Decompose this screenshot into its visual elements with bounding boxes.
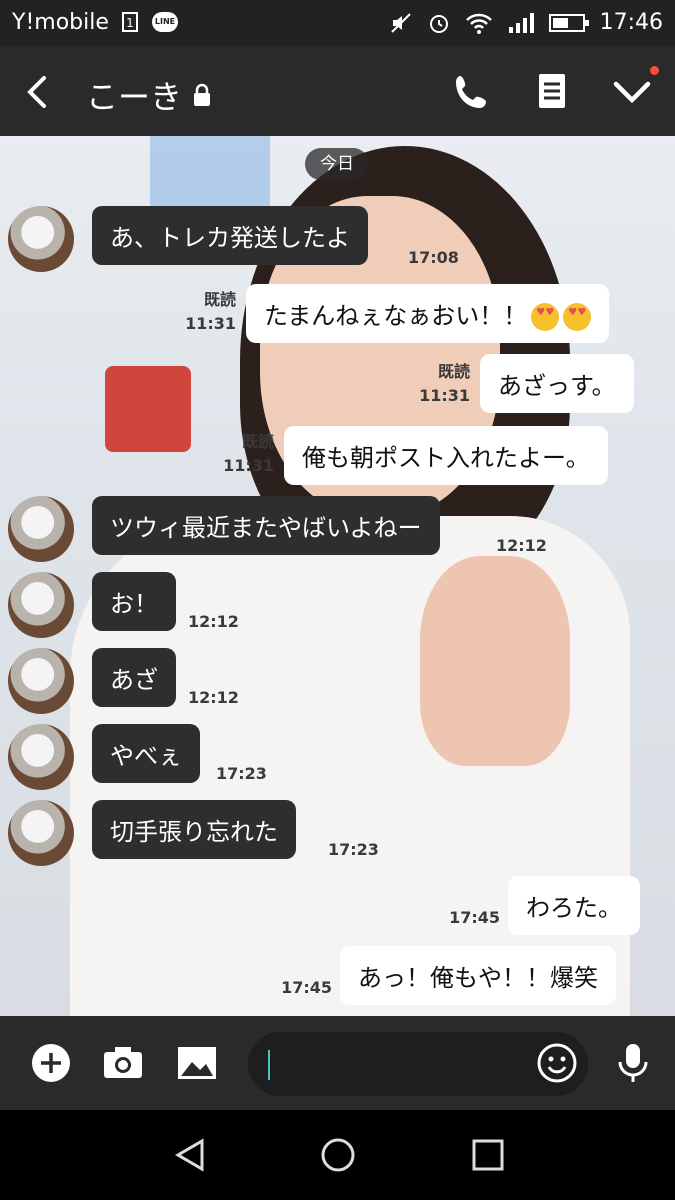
recents-square-icon[interactable] <box>468 1135 508 1175</box>
message-bubble-received[interactable]: あざ <box>92 648 176 707</box>
message-time: 17:45 <box>281 978 332 997</box>
message-text: たまんねぇなぁおい！！ <box>264 302 528 330</box>
message-time: 12:12 <box>496 536 547 555</box>
text-caret <box>268 1050 270 1080</box>
chat-header: こーき <box>0 46 675 136</box>
message-bubble-received[interactable]: 切手張り忘れた <box>92 800 296 859</box>
lock-icon <box>194 83 211 106</box>
sim-icon: 1 <box>122 12 138 32</box>
mute-icon <box>391 13 411 33</box>
clock: 17:46 <box>599 10 663 35</box>
status-bar: Y!mobile 1 LINE 17:46 <box>0 0 675 46</box>
line-notification-icon: LINE <box>152 12 178 32</box>
read-receipt: 既読 <box>241 432 274 451</box>
contact-name: こーき <box>86 78 183 116</box>
message-bubble-received[interactable]: あ、トレカ発送したよ <box>92 206 368 265</box>
message-time: 11:31 <box>419 386 470 405</box>
notes-icon[interactable] <box>530 70 574 114</box>
message-bubble-sent[interactable]: あっ！俺もや！！爆笑 <box>340 946 616 1005</box>
message-bubble-received[interactable]: ツウィ最近またやばいよねー <box>92 496 440 555</box>
battery-icon <box>549 14 589 32</box>
message-bubble-sent[interactable]: 俺も朝ポスト入れたよー。 <box>284 426 608 485</box>
carrier-label: Y!mobile <box>12 10 109 35</box>
background-image <box>420 556 570 766</box>
input-bar <box>0 1016 675 1110</box>
avatar[interactable] <box>8 572 74 638</box>
chevron-down-icon[interactable] <box>610 70 654 114</box>
avatar[interactable] <box>8 724 74 790</box>
message-time: 11:31 <box>223 456 274 475</box>
phone-icon[interactable] <box>450 70 494 114</box>
image-icon[interactable] <box>176 1042 218 1084</box>
mic-icon[interactable] <box>612 1042 654 1084</box>
heart-eyes-emoji <box>531 303 560 331</box>
notification-dot <box>650 66 659 75</box>
message-bubble-sent[interactable]: あざっす。 <box>480 354 634 413</box>
avatar[interactable] <box>8 648 74 714</box>
signal-icon <box>509 13 534 33</box>
emoji-icon[interactable] <box>536 1042 578 1084</box>
message-time: 17:23 <box>216 764 267 783</box>
avatar[interactable] <box>8 206 74 272</box>
read-receipt: 既読 <box>437 362 470 381</box>
navigation-bar <box>0 1110 675 1200</box>
alarm-icon <box>430 15 448 33</box>
message-time: 12:12 <box>188 612 239 631</box>
message-bubble-received[interactable]: やべぇ <box>92 724 200 783</box>
message-time: 17:23 <box>328 840 379 859</box>
camera-icon[interactable] <box>102 1042 144 1084</box>
wifi-icon <box>466 13 492 34</box>
chat-area[interactable]: 今日 あ、トレカ発送したよ 17:08 既読 11:31 たまんねぇなぁおい！！… <box>0 136 675 1016</box>
avatar[interactable] <box>8 496 74 562</box>
message-time: 11:31 <box>185 314 236 333</box>
back-triangle-icon[interactable] <box>170 1135 210 1175</box>
plus-icon[interactable] <box>30 1042 72 1084</box>
message-time: 17:08 <box>408 248 459 267</box>
heart-eyes-emoji <box>563 303 592 331</box>
date-separator: 今日 <box>305 148 369 180</box>
chat-title: こーき <box>86 72 212 118</box>
back-icon[interactable] <box>20 72 56 112</box>
home-circle-icon[interactable] <box>318 1135 358 1175</box>
read-receipt: 既読 <box>203 290 236 309</box>
message-bubble-sent[interactable]: たまんねぇなぁおい！！ <box>246 284 610 343</box>
background-image <box>150 136 270 206</box>
status-icons <box>389 10 589 36</box>
message-bubble-received[interactable]: お！ <box>92 572 176 631</box>
message-time: 12:12 <box>188 688 239 707</box>
message-time: 17:45 <box>449 908 500 927</box>
avatar[interactable] <box>8 800 74 866</box>
background-image <box>105 366 191 452</box>
message-bubble-sent[interactable]: わろた。 <box>508 876 640 935</box>
